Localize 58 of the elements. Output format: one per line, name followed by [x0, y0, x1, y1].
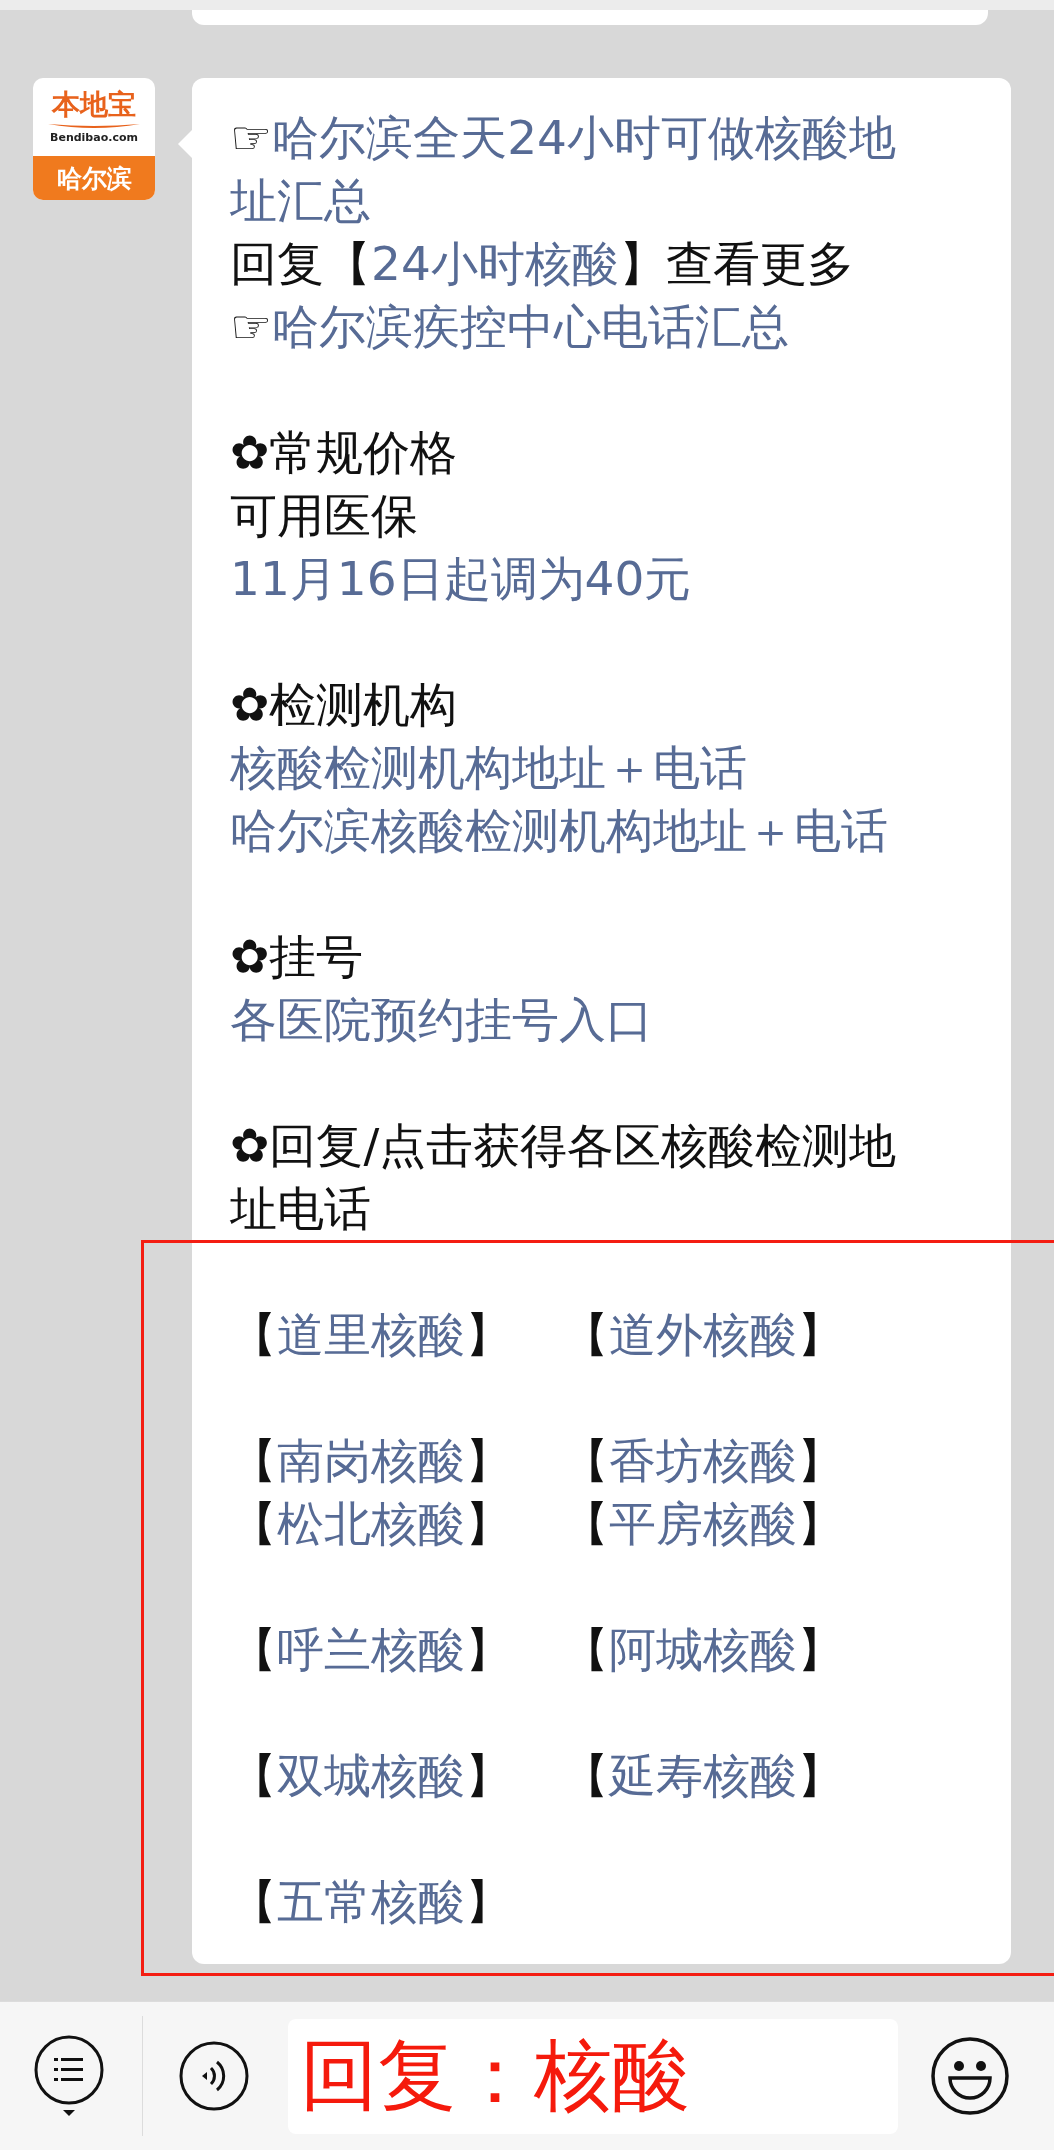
bracket: 【 [230, 1307, 277, 1362]
logo-domain: Bendibao.com [50, 132, 138, 144]
message-text: 址电话 [230, 1180, 371, 1238]
bracket: 】 [465, 1622, 512, 1677]
link[interactable]: 松北核酸 [277, 1496, 465, 1551]
bracket: 】 [797, 1622, 844, 1677]
logo-text: 本地宝 [52, 90, 136, 120]
message-text: ✿挂号 [230, 928, 364, 986]
message-text: 可用医保 [230, 487, 418, 545]
link[interactable]: 各医院预约挂号入口 [230, 988, 653, 1051]
bracket: 】 [465, 1748, 512, 1803]
bracket: 【 [562, 1748, 609, 1803]
link[interactable]: 平房核酸 [609, 1496, 797, 1551]
link[interactable]: 双城核酸 [277, 1748, 465, 1803]
bracket: 】 [797, 1496, 844, 1551]
bracket: 】 [797, 1748, 844, 1803]
link[interactable]: 址汇总 [230, 169, 371, 232]
bracket: 】 [465, 1307, 512, 1362]
bracket: 】 [797, 1307, 844, 1362]
logo-city: 哈尔滨 [33, 156, 155, 200]
link[interactable]: 香坊核酸 [609, 1433, 797, 1488]
message-text: ✿常规价格 [230, 424, 458, 482]
bracket: 【 [562, 1496, 609, 1551]
bracket: 【 [562, 1307, 609, 1362]
link[interactable]: 24小时核酸 [371, 232, 619, 295]
bracket: 】 [465, 1874, 512, 1929]
link[interactable]: 哈尔滨疾控中心电话汇总 [272, 295, 790, 358]
bracket: 【 [562, 1622, 609, 1677]
link[interactable]: 五常核酸 [277, 1874, 465, 1929]
bracket: 】 [465, 1433, 512, 1488]
bracket: 【 [230, 1874, 277, 1929]
menu-icon[interactable] [33, 2034, 105, 2118]
message-text: ✿回复/点击获得各区核酸检测地 [230, 1117, 897, 1175]
link[interactable]: 哈尔滨全天24小时可做核酸地 [272, 106, 896, 169]
bracket: 】 [465, 1496, 512, 1551]
bracket: 【 [230, 1622, 277, 1677]
link[interactable]: 道外核酸 [609, 1307, 797, 1362]
message-text: ☞ [230, 109, 273, 167]
input-field[interactable]: 回复：核酸 [288, 2018, 898, 2134]
link[interactable]: 11月16日起调为40元 [230, 547, 692, 610]
link[interactable]: 道里核酸 [277, 1307, 465, 1362]
emoji-icon[interactable] [930, 2036, 1010, 2116]
link[interactable]: 哈尔滨核酸检测机构地址＋电话 [230, 799, 888, 862]
bracket: 【 [230, 1748, 277, 1803]
link[interactable]: 呼兰核酸 [277, 1622, 465, 1677]
bracket: 】 [797, 1433, 844, 1488]
link[interactable]: 延寿核酸 [609, 1748, 797, 1803]
message-text: ☞ [230, 298, 273, 356]
bracket: 【 [562, 1433, 609, 1488]
link[interactable]: 阿城核酸 [609, 1622, 797, 1677]
message-text: 回复【 [230, 235, 371, 293]
link[interactable]: 南岗核酸 [277, 1433, 465, 1488]
bracket: 【 [230, 1496, 277, 1551]
message-text: 】查看更多 [618, 235, 854, 293]
voice-icon[interactable] [178, 2040, 250, 2112]
message-text: ✿检测机构 [230, 676, 458, 734]
bracket: 【 [230, 1433, 277, 1488]
link[interactable]: 核酸检测机构地址＋电话 [230, 736, 747, 799]
